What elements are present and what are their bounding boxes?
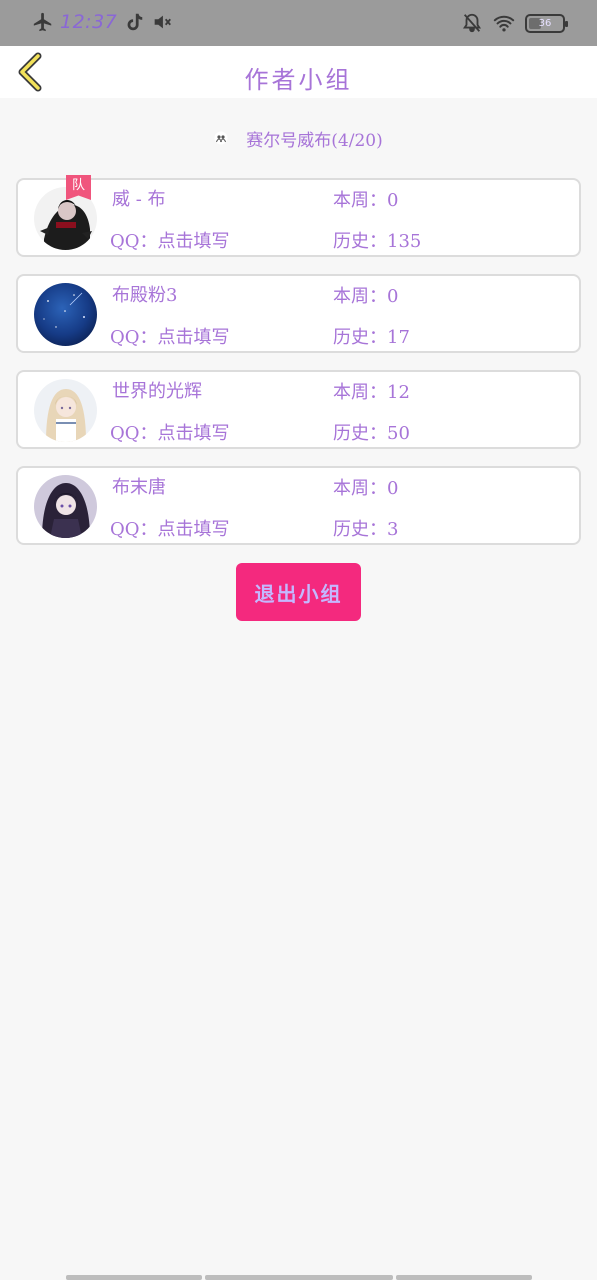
member-card[interactable]: 队 威 - 布 QQ：点击填写 本周：0 历史：135 <box>16 175 581 257</box>
history-value: 50 <box>387 423 410 444</box>
battery-icon: 36 <box>525 13 568 33</box>
history-value: 17 <box>387 327 410 348</box>
tiktok-icon <box>127 13 143 31</box>
group-header: 赛尔号威布(4/20) <box>0 126 597 151</box>
qq-label: QQ： <box>110 231 158 252</box>
history-stat: 历史：3 <box>333 515 398 541</box>
week-value: 12 <box>387 382 410 403</box>
page-title: 作者小组 <box>244 66 353 94</box>
nav-bar-segment[interactable] <box>205 1275 393 1280</box>
nav-bar-segment[interactable] <box>66 1275 202 1280</box>
week-label: 本周： <box>333 478 387 499</box>
notifications-off-icon <box>462 13 482 33</box>
history-value: 135 <box>387 231 422 252</box>
member-list: 队 威 - 布 QQ：点击填写 本周：0 历史：135 布殿粉3 QQ：点击填写… <box>16 175 581 562</box>
history-label: 历史： <box>333 327 387 348</box>
week-value: 0 <box>387 478 399 499</box>
qq-row: QQ：点击填写 <box>110 419 230 445</box>
title-bar: 作者小组 <box>0 46 597 98</box>
week-label: 本周： <box>333 190 387 211</box>
group-name: 赛尔号威布(4/20) <box>246 130 383 151</box>
qq-row: QQ：点击填写 <box>110 515 230 541</box>
qq-fill-link[interactable]: 点击填写 <box>158 231 230 252</box>
history-label: 历史： <box>333 423 387 444</box>
member-name: 布殿粉3 <box>112 285 178 306</box>
member-avatar <box>34 379 97 442</box>
member-card[interactable]: 布末唐 QQ：点击填写 本周：0 历史：3 <box>16 466 581 545</box>
quit-group-button[interactable]: 退出小组 <box>236 563 361 621</box>
qq-row: QQ：点击填写 <box>110 227 230 253</box>
week-stat: 本周：0 <box>333 282 398 308</box>
member-card[interactable]: 布殿粉3 QQ：点击填写 本周：0 历史：17 <box>16 274 581 353</box>
history-label: 历史： <box>333 231 387 252</box>
week-value: 0 <box>387 286 399 307</box>
qq-label: QQ： <box>110 519 158 540</box>
history-stat: 历史：135 <box>333 227 421 253</box>
group-icon <box>214 131 228 145</box>
member-avatar <box>34 283 97 346</box>
week-label: 本周： <box>333 382 387 403</box>
member-name: 威 - 布 <box>112 189 166 210</box>
week-stat: 本周：12 <box>333 378 410 404</box>
member-name: 世界的光辉 <box>112 381 202 402</box>
qq-row: QQ：点击填写 <box>110 323 230 349</box>
member-card[interactable]: 世界的光辉 QQ：点击填写 本周：12 历史：50 <box>16 370 581 449</box>
qq-label: QQ： <box>110 327 158 348</box>
history-stat: 历史：17 <box>333 323 410 349</box>
nav-bar-segment[interactable] <box>396 1275 532 1280</box>
volume-mute-icon <box>154 15 172 29</box>
status-time: 12:37 <box>60 11 118 33</box>
history-value: 3 <box>387 519 399 540</box>
history-label: 历史： <box>333 519 387 540</box>
qq-label: QQ： <box>110 423 158 444</box>
week-stat: 本周：0 <box>333 186 398 212</box>
week-stat: 本周：0 <box>333 474 398 500</box>
member-avatar <box>34 475 97 538</box>
member-name: 布末唐 <box>112 477 166 498</box>
status-bar: 12:37 36 <box>0 0 597 46</box>
qq-fill-link[interactable]: 点击填写 <box>158 519 230 540</box>
qq-fill-link[interactable]: 点击填写 <box>158 423 230 444</box>
airplane-mode-icon <box>33 12 52 32</box>
qq-fill-link[interactable]: 点击填写 <box>158 327 230 348</box>
wifi-icon <box>493 15 515 32</box>
bottom-nav-bar <box>66 1275 532 1280</box>
status-bar-left: 12:37 <box>32 11 173 33</box>
history-stat: 历史：50 <box>333 419 410 445</box>
battery-level: 36 <box>538 17 552 29</box>
week-value: 0 <box>387 190 399 211</box>
status-bar-right: 36 <box>461 12 568 34</box>
week-label: 本周： <box>333 286 387 307</box>
